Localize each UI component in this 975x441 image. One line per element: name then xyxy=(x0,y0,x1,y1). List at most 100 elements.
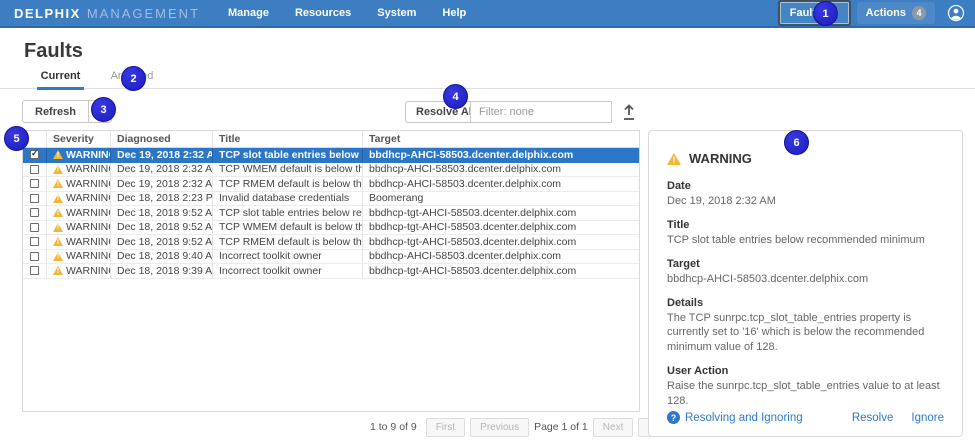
header-severity[interactable]: Severity xyxy=(47,131,111,147)
row-checkbox-cell xyxy=(23,192,47,206)
filter-input[interactable] xyxy=(470,101,612,123)
row-checkbox[interactable] xyxy=(30,165,39,174)
user-profile-icon[interactable] xyxy=(947,4,965,22)
warning-icon xyxy=(53,266,63,275)
row-checkbox-cell xyxy=(23,148,47,162)
navbar-right: Faults (9) Actions 4 xyxy=(780,2,965,24)
target-value: bbdhcp-AHCI-58503.dcenter.delphix.com xyxy=(667,272,944,287)
callout-6: 6 xyxy=(784,130,809,155)
target-cell: bbdhcp-AHCI-58503.dcenter.delphix.com xyxy=(363,148,639,162)
header-title[interactable]: Title xyxy=(213,131,363,147)
date-label: Date xyxy=(667,180,944,192)
user-action-label: User Action xyxy=(667,365,944,377)
target-cell: bbdhcp-AHCI-58503.dcenter.delphix.com xyxy=(363,177,639,191)
severity-label: WARNING xyxy=(66,192,111,204)
title-cell: TCP slot table entries below recommended… xyxy=(213,206,363,220)
title-cell: Incorrect toolkit owner xyxy=(213,250,363,264)
title-value: TCP slot table entries below recommended… xyxy=(667,233,944,248)
row-checkbox-cell xyxy=(23,235,47,249)
header-target[interactable]: Target xyxy=(363,131,639,147)
target-cell: bbdhcp-tgt-AHCI-58503.dcenter.delphix.co… xyxy=(363,221,639,235)
title-cell: TCP RMEM default is below the recommende… xyxy=(213,177,363,191)
title-label: Title xyxy=(667,219,944,231)
diagnosed-cell: Dec 19, 2018 2:32 AM xyxy=(111,177,213,191)
tabs-bar: Current Archived xyxy=(0,70,975,89)
detail-panel-footer: ? Resolving and Ignoring Resolve Ignore xyxy=(667,411,944,424)
next-page-button[interactable]: Next xyxy=(593,418,634,437)
severity-cell: WARNING xyxy=(47,206,111,220)
target-cell: bbdhcp-AHCI-58503.dcenter.delphix.com xyxy=(363,163,639,177)
table-row[interactable]: WARNING Dec 19, 2018 2:32 AM TCP RMEM de… xyxy=(23,177,639,192)
diagnosed-cell: Dec 18, 2018 9:39 AM xyxy=(111,264,213,278)
table-row[interactable]: WARNING Dec 18, 2018 9:52 AM TCP WMEM de… xyxy=(23,221,639,236)
table-row[interactable]: WARNING Dec 19, 2018 2:32 AM TCP WMEM de… xyxy=(23,163,639,178)
severity-label: WARNING xyxy=(66,265,111,277)
pagination-bar: 1 to 9 of 9 First Previous Page 1 of 1 N… xyxy=(370,417,677,437)
warning-icon xyxy=(53,165,63,174)
severity-cell: WARNING xyxy=(47,221,111,235)
severity-cell: WARNING xyxy=(47,148,111,162)
table-row[interactable]: WARNING Dec 19, 2018 2:32 AM TCP slot ta… xyxy=(23,148,639,163)
row-checkbox-cell xyxy=(23,163,47,177)
resolve-link[interactable]: Resolve xyxy=(852,412,894,424)
table-row[interactable]: WARNING Dec 18, 2018 9:40 AM Incorrect t… xyxy=(23,250,639,265)
brand-secondary: MANAGEMENT xyxy=(87,6,200,21)
menu-item-help[interactable]: Help xyxy=(442,7,466,19)
severity-label: WARNING xyxy=(66,207,111,219)
detail-title-section: Title TCP slot table entries below recom… xyxy=(667,219,944,248)
menu-item-system[interactable]: System xyxy=(377,7,416,19)
page-status: Page 1 of 1 xyxy=(534,421,588,433)
actions-button[interactable]: Actions 4 xyxy=(857,2,935,24)
table-row[interactable]: WARNING Dec 18, 2018 9:52 AM TCP slot ta… xyxy=(23,206,639,221)
table-row[interactable]: WARNING Dec 18, 2018 9:39 AM Incorrect t… xyxy=(23,264,639,279)
ignore-link[interactable]: Ignore xyxy=(911,412,944,424)
target-cell: Boomerang xyxy=(363,192,639,206)
help-link-label: Resolving and Ignoring xyxy=(685,412,803,424)
title-cell: TCP RMEM default is below the recommende… xyxy=(213,235,363,249)
first-page-button[interactable]: First xyxy=(426,418,465,437)
tab-current[interactable]: Current xyxy=(37,70,84,89)
row-checkbox-cell xyxy=(23,177,47,191)
pagination-summary: 1 to 9 of 9 xyxy=(370,421,417,433)
row-checkbox-cell xyxy=(23,250,47,264)
target-cell: bbdhcp-tgt-AHCI-58503.dcenter.delphix.co… xyxy=(363,235,639,249)
warning-icon xyxy=(53,237,63,246)
title-cell: Incorrect toolkit owner xyxy=(213,264,363,278)
actions-button-label: Actions xyxy=(866,7,906,19)
callout-3: 3 xyxy=(91,97,116,122)
row-checkbox-cell xyxy=(23,221,47,235)
fault-detail-panel: WARNING Date Dec 19, 2018 2:32 AM Title … xyxy=(648,130,963,437)
table-row[interactable]: WARNING Dec 18, 2018 2:23 PM Invalid dat… xyxy=(23,192,639,207)
title-cell: TCP slot table entries below recommended… xyxy=(213,148,363,162)
row-checkbox[interactable] xyxy=(30,150,39,159)
user-action-value: Raise the sunrpc.tcp_slot_table_entries … xyxy=(667,379,944,409)
previous-page-button[interactable]: Previous xyxy=(470,418,529,437)
menu-item-resources[interactable]: Resources xyxy=(295,7,351,19)
row-checkbox[interactable] xyxy=(30,208,39,217)
row-checkbox[interactable] xyxy=(30,179,39,188)
table-row[interactable]: WARNING Dec 18, 2018 9:52 AM TCP RMEM de… xyxy=(23,235,639,250)
callout-1: 1 xyxy=(813,1,838,26)
severity-cell: WARNING xyxy=(47,264,111,278)
export-icon[interactable] xyxy=(620,102,638,122)
details-value: The TCP sunrpc.tcp_slot_table_entries pr… xyxy=(667,311,944,356)
resolving-and-ignoring-link[interactable]: ? Resolving and Ignoring xyxy=(667,411,803,424)
row-checkbox[interactable] xyxy=(30,237,39,246)
menu-item-manage[interactable]: Manage xyxy=(228,7,269,19)
header-diagnosed[interactable]: Diagnosed xyxy=(111,131,213,147)
warning-icon xyxy=(53,150,63,159)
callout-4: 4 xyxy=(443,84,468,109)
warning-icon xyxy=(53,223,63,232)
refresh-button[interactable]: Refresh xyxy=(22,100,89,123)
row-checkbox[interactable] xyxy=(30,194,39,203)
row-checkbox[interactable] xyxy=(30,266,39,275)
row-checkbox[interactable] xyxy=(30,252,39,261)
row-checkbox[interactable] xyxy=(30,223,39,232)
diagnosed-cell: Dec 18, 2018 2:23 PM xyxy=(111,192,213,206)
details-label: Details xyxy=(667,297,944,309)
detail-action-links: Resolve Ignore xyxy=(852,412,944,424)
severity-cell: WARNING xyxy=(47,235,111,249)
actions-count-badge: 4 xyxy=(912,6,926,20)
diagnosed-cell: Dec 18, 2018 9:52 AM xyxy=(111,221,213,235)
target-cell: bbdhcp-tgt-AHCI-58503.dcenter.delphix.co… xyxy=(363,264,639,278)
